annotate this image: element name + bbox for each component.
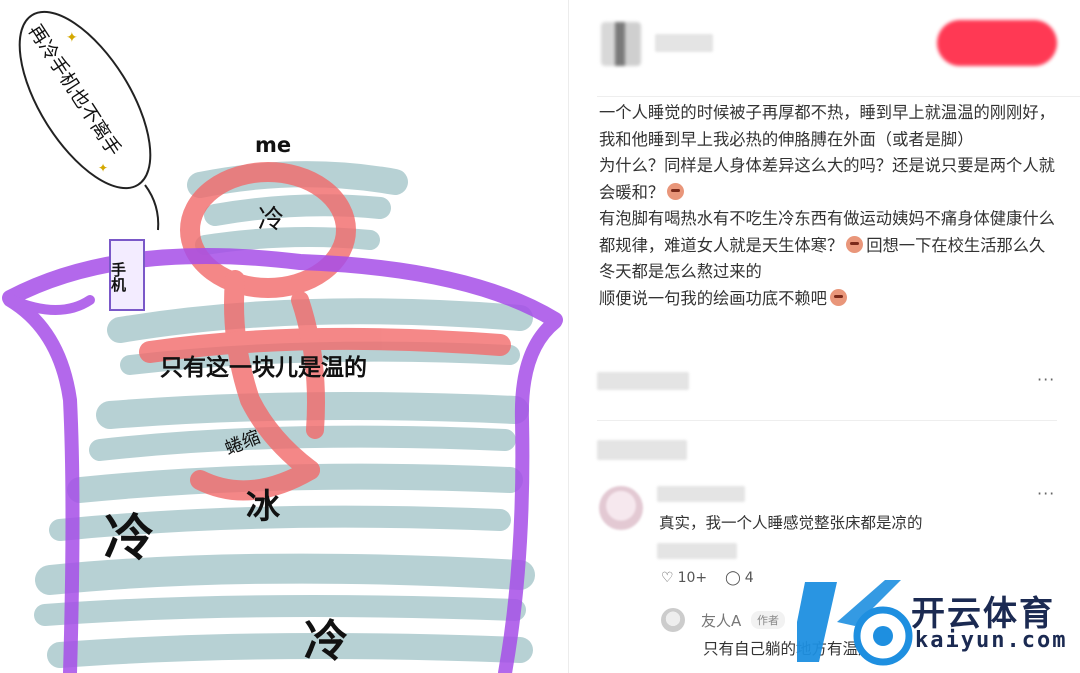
- speech-bubble: 再冷手机也不离手 ✦ ✦: [18, 10, 160, 231]
- commenter-avatar[interactable]: [599, 486, 643, 530]
- section-divider: [597, 420, 1057, 421]
- post-date-blurred: [597, 372, 689, 390]
- post-paragraph: 顺便说一句我的绘画功底不赖吧: [599, 286, 1059, 313]
- author-avatar[interactable]: [601, 22, 641, 66]
- watermark-domain: kaiyun.com: [915, 628, 1068, 653]
- post-content: 一个人睡觉的时候被子再厚都不热，睡到早上就温温的刚刚好，我和他睡到早上我必热的伸…: [599, 100, 1059, 312]
- comment-count-blurred: [597, 440, 687, 460]
- sparkle-icon: ✦: [66, 30, 78, 46]
- me-label: me: [255, 133, 291, 157]
- like-button[interactable]: ♡ 10+: [661, 570, 707, 586]
- reply-author-name[interactable]: 友人A: [701, 610, 741, 631]
- heart-icon: ♡: [661, 570, 674, 586]
- comment-actions: ♡ 10+ ◯ 4: [661, 570, 754, 586]
- author-name-blurred[interactable]: [655, 34, 713, 52]
- drawing-image: 再冷手机也不离手 ✦ ✦ 手机 me 冷 只有这一块儿是温的 蜷缩 冰 冷 冷: [0, 0, 568, 673]
- emoji-icon: [846, 235, 864, 253]
- post-more-button[interactable]: ···: [1037, 370, 1055, 389]
- follow-button[interactable]: [937, 20, 1057, 66]
- reply-count: 4: [744, 570, 754, 586]
- cold-left-label: 冷: [104, 509, 154, 567]
- chat-bubble-icon: ◯: [725, 570, 741, 586]
- post-paragraph: 有泡脚有喝热水有不吃生冷东西有做运动姨妈不痛身体健康什么都规律，难道女人就是天生…: [599, 209, 1055, 281]
- post-paragraph: 一个人睡觉的时候被子再厚都不热，睡到早上就温温的刚刚好，我和他睡到早上我必热的伸…: [599, 103, 1055, 149]
- post-panel: 一个人睡觉的时候被子再厚都不热，睡到早上就温温的刚刚好，我和他睡到早上我必热的伸…: [569, 0, 1080, 673]
- emoji-icon: [667, 182, 685, 200]
- emoji-icon: [829, 288, 847, 306]
- comment-date-blurred: [657, 543, 737, 559]
- sparkle-icon: ✦: [98, 161, 108, 175]
- author-tag-badge: 作者: [751, 611, 785, 629]
- reply-button[interactable]: ◯ 4: [725, 570, 754, 586]
- post-paragraph: 为什么？同样是人身体差异这么大的吗？还是说只要是两个人就会暖和？: [599, 156, 1055, 202]
- reply-avatar[interactable]: [661, 608, 685, 632]
- comment-more-button[interactable]: ···: [1037, 484, 1055, 503]
- ice-label: 冰: [246, 487, 281, 527]
- cold-bottom-label: 冷: [304, 616, 348, 667]
- header-divider: [597, 96, 1080, 97]
- like-count: 10+: [677, 570, 708, 586]
- cold-small-label: 冷: [258, 205, 284, 235]
- comment-text: 真实，我一个人睡感觉整张床都是凉的: [659, 514, 923, 532]
- commenter-name-blurred[interactable]: [657, 486, 745, 502]
- phone-label: 手机: [109, 261, 127, 293]
- warm-label: 只有这一块儿是温的: [160, 354, 367, 381]
- drawing-canvas: 再冷手机也不离手 ✦ ✦ 手机 me 冷 只有这一块儿是温的 蜷缩 冰 冷 冷: [2, 10, 563, 673]
